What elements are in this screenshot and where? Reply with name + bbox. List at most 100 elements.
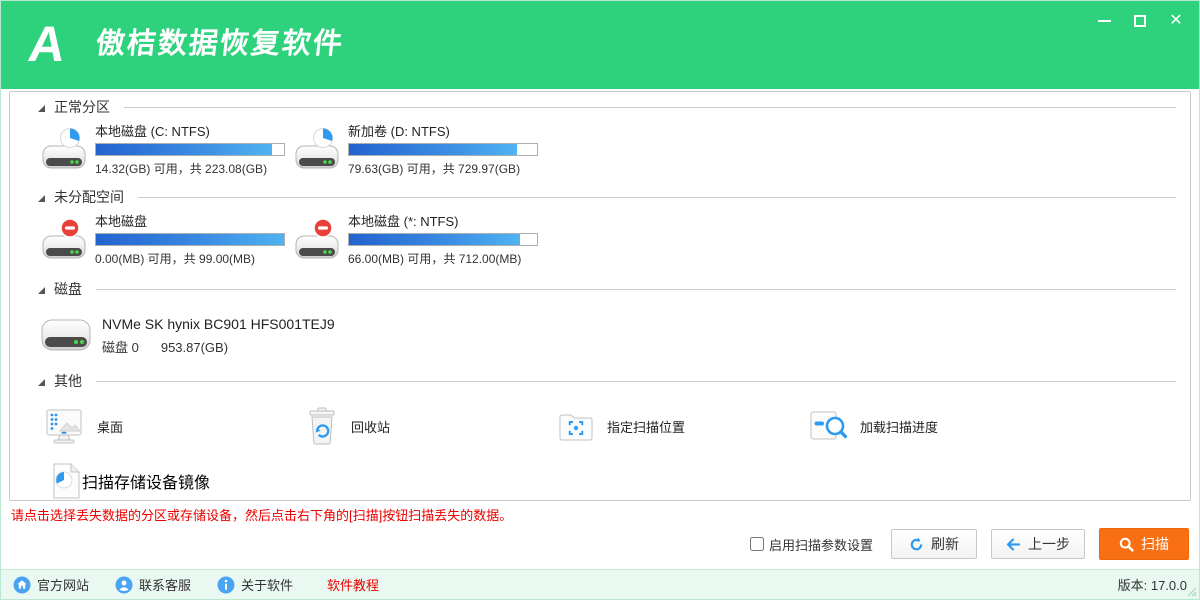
app-title: 傲桔数据恢复软件 (94, 27, 346, 61)
refresh-icon (909, 537, 924, 552)
unallocated-item-1[interactable]: 本地磁盘 0.00(MB) 可用，共 99.00(MB) (40, 212, 293, 268)
hard-disk-icon (40, 315, 92, 355)
partition-size: 14.32(GB) 可用，共 223.08(GB) (95, 160, 285, 177)
section-header-normal-partitions[interactable]: 正常分区 (10, 96, 1190, 118)
collapse-triangle-icon (38, 379, 45, 386)
footer-link-label: 关于软件 (241, 575, 293, 594)
partition-name: 本地磁盘 (C: NTFS) (95, 124, 285, 140)
unallocated-row: 本地磁盘 0.00(MB) 可用，共 99.00(MB) 本地磁盘 (*: NT… (10, 212, 1190, 268)
partition-name: 本地磁盘 (*: NTFS) (348, 214, 538, 230)
other-item-label: 回收站 (351, 417, 390, 436)
window-controls: ✕ (1093, 9, 1187, 33)
other-item-label: 加载扫描进度 (860, 417, 938, 436)
device-image-icon (50, 462, 82, 500)
app-logo-icon: A (25, 19, 68, 69)
action-bar: 启用扫描参数设置 刷新 上一步 扫描 (750, 528, 1189, 560)
partition-size: 79.63(GB) 可用，共 729.97(GB) (348, 160, 538, 177)
partition-item-d[interactable]: 新加卷 (D: NTFS) 79.63(GB) 可用，共 729.97(GB) (293, 122, 546, 178)
titlebar: A 傲桔数据恢复软件 ✕ (1, 1, 1199, 89)
footer-link-label: 联系客服 (139, 575, 191, 594)
drive-blocked-icon (293, 217, 341, 263)
usage-bar-fill (349, 144, 517, 155)
version-label: 版本: 17.0.0 (1118, 575, 1187, 594)
arrow-left-icon (1006, 538, 1021, 551)
other-item-device-image[interactable]: 扫描存储设备镜像 (50, 460, 1190, 501)
back-label: 上一步 (1028, 534, 1070, 554)
normal-partitions-row: 本地磁盘 (C: NTFS) 14.32(GB) 可用，共 223.08(GB)… (10, 122, 1190, 178)
footer-link-label: 软件教程 (327, 575, 379, 594)
maximize-icon (1134, 15, 1146, 27)
support-icon (115, 576, 133, 594)
footer-link-official-site[interactable]: 官方网站 (13, 575, 89, 594)
usage-bar (95, 233, 285, 246)
minimize-icon (1098, 20, 1111, 22)
disk-size: 953.87(GB) (161, 340, 228, 355)
footer-link-tutorial[interactable]: 软件教程 (327, 575, 379, 594)
hint-text: 请点击选择丢失数据的分区或存储设备，然后点击右下角的[扫描]按钮扫描丢失的数据。 (11, 505, 512, 524)
section-divider (96, 381, 1176, 382)
back-button[interactable]: 上一步 (991, 529, 1085, 559)
collapse-triangle-icon (38, 105, 45, 112)
desktop-icon (43, 407, 85, 445)
resize-grip[interactable] (1187, 587, 1197, 597)
home-icon (13, 576, 31, 594)
collapse-triangle-icon (38, 195, 45, 202)
close-button[interactable]: ✕ (1165, 11, 1187, 31)
scan-params-label: 启用扫描参数设置 (769, 535, 873, 554)
app-window: A 傲桔数据恢复软件 ✕ 正常分区 (0, 0, 1200, 600)
refresh-button[interactable]: 刷新 (891, 529, 977, 559)
drive-pie-icon (293, 127, 341, 173)
other-item-desktop[interactable]: 桌面 (43, 407, 305, 445)
maximize-button[interactable] (1129, 11, 1151, 31)
magnifier-icon (1119, 537, 1134, 552)
section-header-disks[interactable]: 磁盘 (10, 278, 1190, 300)
disk-model: NVMe SK hynix BC901 HFS001TEJ9 (102, 315, 335, 333)
collapse-triangle-icon (38, 287, 45, 294)
disk-item-0[interactable]: NVMe SK hynix BC901 HFS001TEJ9 磁盘 0 953.8… (40, 308, 1190, 362)
footer-link-label: 官方网站 (37, 575, 89, 594)
load-progress-icon (808, 408, 848, 444)
partition-name: 本地磁盘 (95, 214, 285, 230)
section-title: 未分配空间 (54, 187, 124, 207)
footer-bar: 官方网站 联系客服 关于软件 软件教程 版本: 17.0.0 (1, 569, 1199, 599)
refresh-label: 刷新 (931, 534, 959, 554)
scan-params-checkbox[interactable] (750, 537, 764, 551)
drive-pie-icon (40, 127, 88, 173)
scan-params-option[interactable]: 启用扫描参数设置 (750, 535, 873, 554)
section-divider (96, 289, 1176, 290)
device-list-panel: 正常分区 本地磁盘 (C: NTFS) 14.32(GB) 可用，共 223.0… (9, 91, 1191, 501)
scan-location-icon (557, 409, 595, 443)
scan-label: 扫描 (1141, 534, 1169, 554)
footer-link-about[interactable]: 关于软件 (217, 575, 293, 594)
other-item-scan-location[interactable]: 指定扫描位置 (557, 409, 808, 443)
info-icon (217, 576, 235, 594)
disk-label: 磁盘 0 (102, 340, 139, 355)
unallocated-item-2[interactable]: 本地磁盘 (*: NTFS) 66.00(MB) 可用，共 712.00(MB) (293, 212, 546, 268)
usage-bar-fill (96, 144, 272, 155)
recycle-bin-icon (305, 406, 339, 446)
partition-size: 0.00(MB) 可用，共 99.00(MB) (95, 250, 285, 267)
section-title: 其他 (54, 371, 82, 391)
section-title: 正常分区 (54, 97, 110, 117)
partition-size: 66.00(MB) 可用，共 712.00(MB) (348, 250, 538, 267)
other-item-label: 扫描存储设备镜像 (82, 469, 210, 493)
usage-bar (348, 233, 538, 246)
other-item-load-progress[interactable]: 加载扫描进度 (808, 408, 938, 444)
minimize-button[interactable] (1093, 11, 1115, 31)
other-item-label: 桌面 (97, 417, 123, 436)
section-title: 磁盘 (54, 279, 82, 299)
other-item-label: 指定扫描位置 (607, 417, 685, 436)
footer-link-contact-support[interactable]: 联系客服 (115, 575, 191, 594)
usage-bar-fill (96, 234, 284, 245)
section-header-unallocated[interactable]: 未分配空间 (10, 186, 1190, 208)
partition-item-c[interactable]: 本地磁盘 (C: NTFS) 14.32(GB) 可用，共 223.08(GB) (40, 122, 293, 178)
section-header-other[interactable]: 其他 (10, 370, 1190, 392)
other-item-recycle-bin[interactable]: 回收站 (305, 406, 557, 446)
scan-button[interactable]: 扫描 (1099, 528, 1189, 560)
partition-name: 新加卷 (D: NTFS) (348, 124, 538, 140)
drive-blocked-icon (40, 217, 88, 263)
section-divider (124, 107, 1176, 108)
usage-bar (95, 143, 285, 156)
usage-bar-fill (349, 234, 520, 245)
usage-bar (348, 143, 538, 156)
